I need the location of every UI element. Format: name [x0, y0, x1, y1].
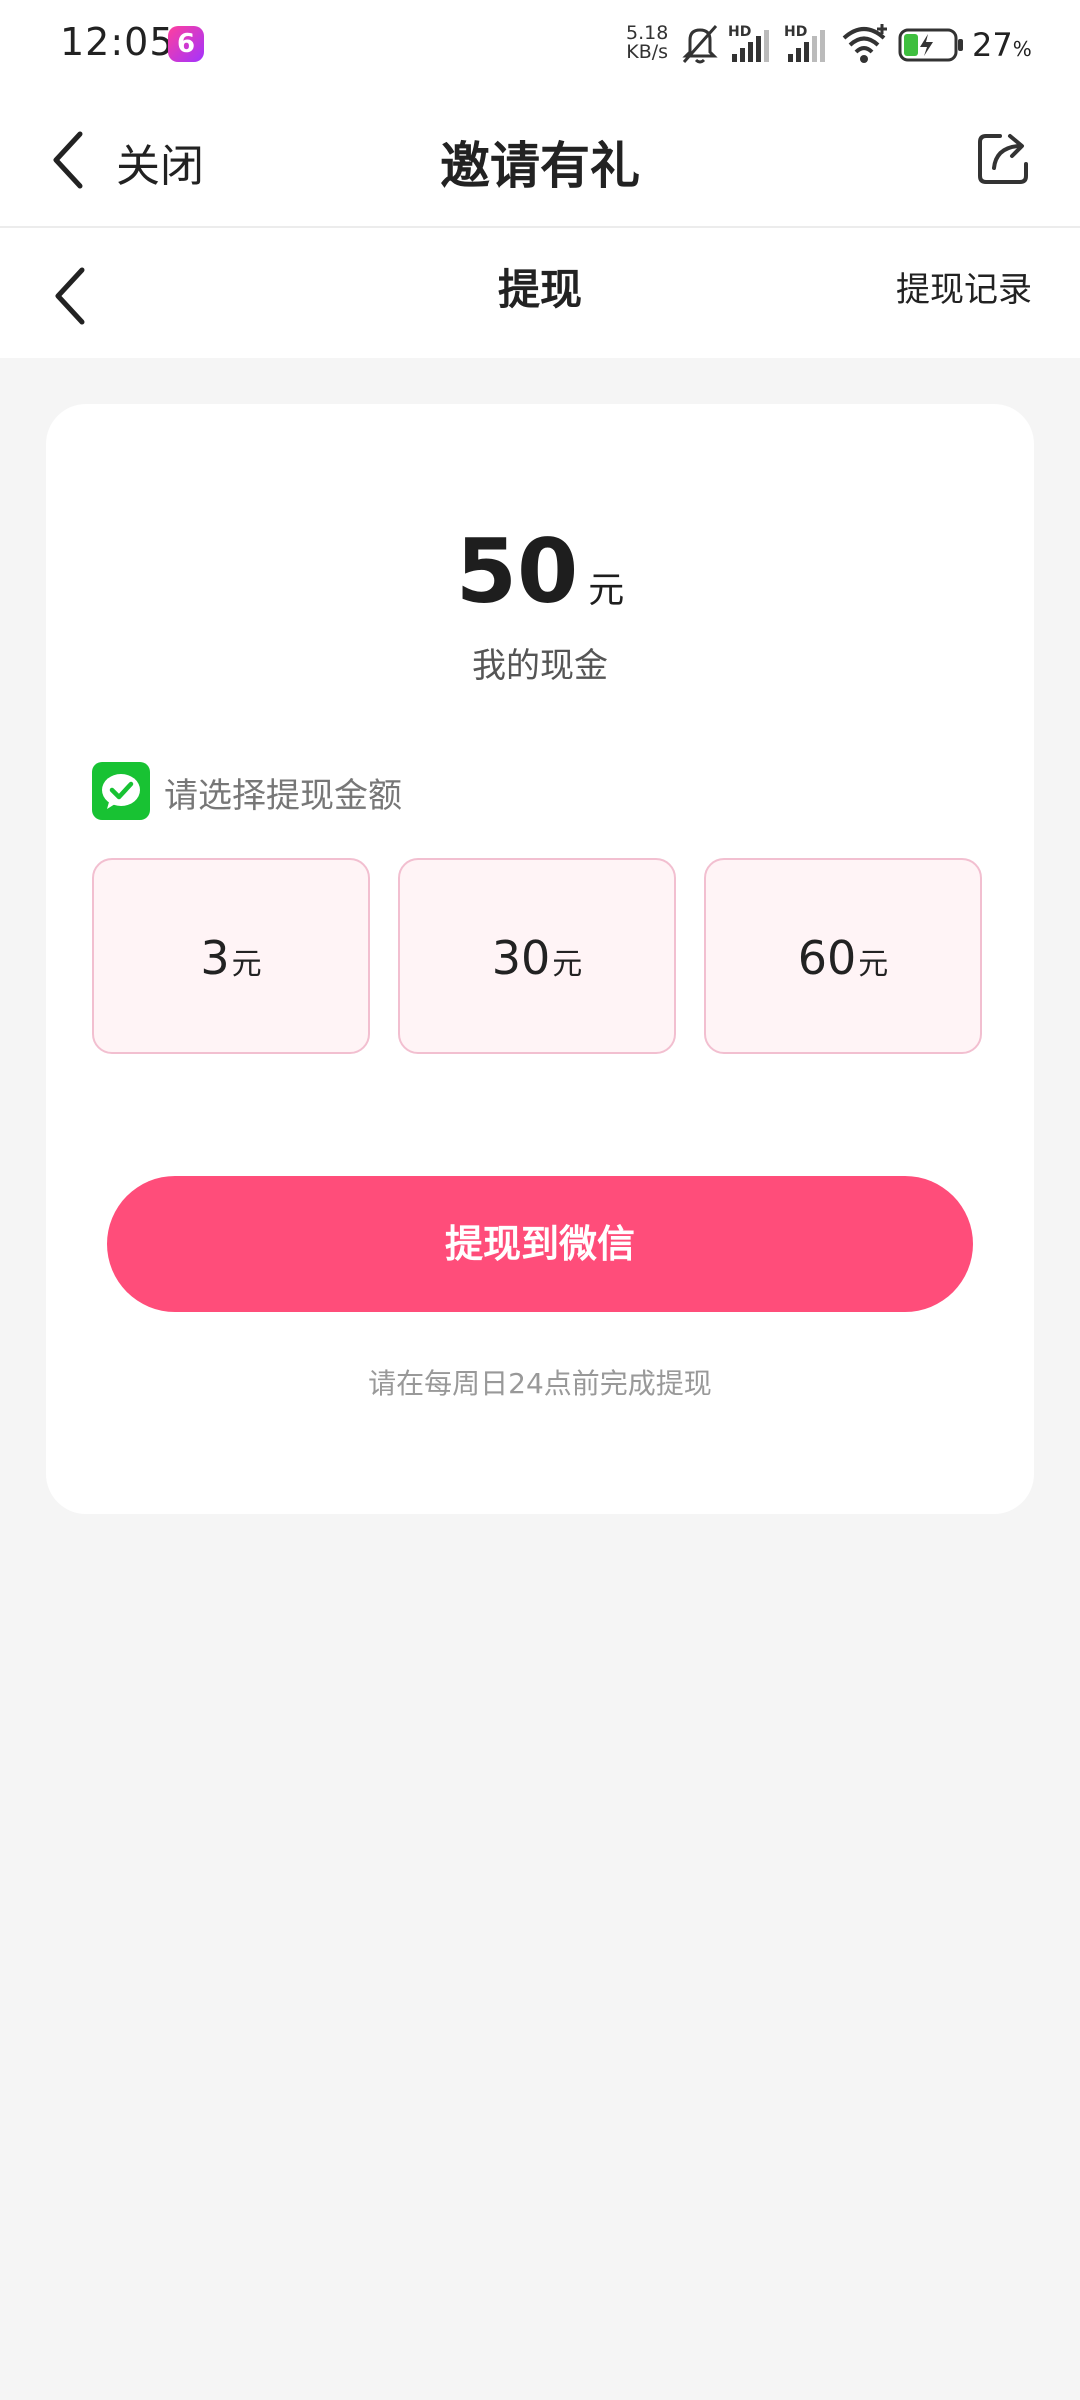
bell-off-icon [682, 25, 718, 64]
net-speed-unit: KB/s [626, 41, 669, 63]
wechat-icon [92, 762, 150, 820]
amount-option-value: 60 [797, 931, 857, 985]
wifi-icon [842, 24, 887, 63]
amount-option-unit: 元 [231, 947, 262, 982]
close-back-chevron-icon[interactable] [48, 128, 88, 192]
withdraw-card: 50 元 我的现金 请选择提现金额 3元 30元 60元 提现到微信 请在每周日2… [46, 404, 1034, 1514]
amount-option-30[interactable]: 30元 [398, 858, 676, 1054]
amount-option-unit: 元 [858, 947, 889, 982]
status-time: 12:05 [60, 20, 175, 64]
battery-icon [898, 28, 963, 62]
battery-percent: 27% [972, 26, 1032, 64]
back-icon[interactable] [50, 264, 90, 328]
net-speed: 5.18 KB/s [626, 24, 668, 62]
close-button[interactable]: 关闭 [116, 130, 204, 194]
battery-percent-unit: % [1012, 37, 1032, 61]
amount-options: 3元 30元 60元 [92, 858, 988, 1058]
amount-option-3[interactable]: 3元 [92, 858, 370, 1054]
amount-option-60[interactable]: 60元 [704, 858, 982, 1054]
amount-option-unit: 元 [552, 947, 583, 982]
withdraw-record-link[interactable]: 提现记录 [896, 262, 1032, 311]
cash-amount-label: 我的现金 [472, 646, 608, 686]
status-bar: 12:05 6 5.18 KB/s HD HD 27% [0, 0, 1080, 92]
share-icon[interactable] [974, 128, 1034, 188]
sub-header: 提现 提现记录 [0, 228, 1080, 358]
amount-option-value: 30 [491, 931, 551, 985]
withdraw-deadline-hint: 请在每周日24点前完成提现 [368, 1367, 712, 1400]
cash-amount-value: 50 [455, 520, 579, 623]
withdraw-to-wechat-button[interactable]: 提现到微信 [107, 1176, 973, 1312]
cash-amount-unit: 元 [588, 570, 625, 611]
cash-amount: 50 元 [46, 520, 1034, 623]
top-navigation-bar: 关闭 邀请有礼 [0, 92, 1080, 228]
select-amount-label: 请选择提现金额 [164, 776, 402, 816]
app-badge-icon: 6 [168, 26, 204, 62]
battery-percent-value: 27 [972, 26, 1013, 64]
amount-option-value: 3 [200, 931, 230, 985]
